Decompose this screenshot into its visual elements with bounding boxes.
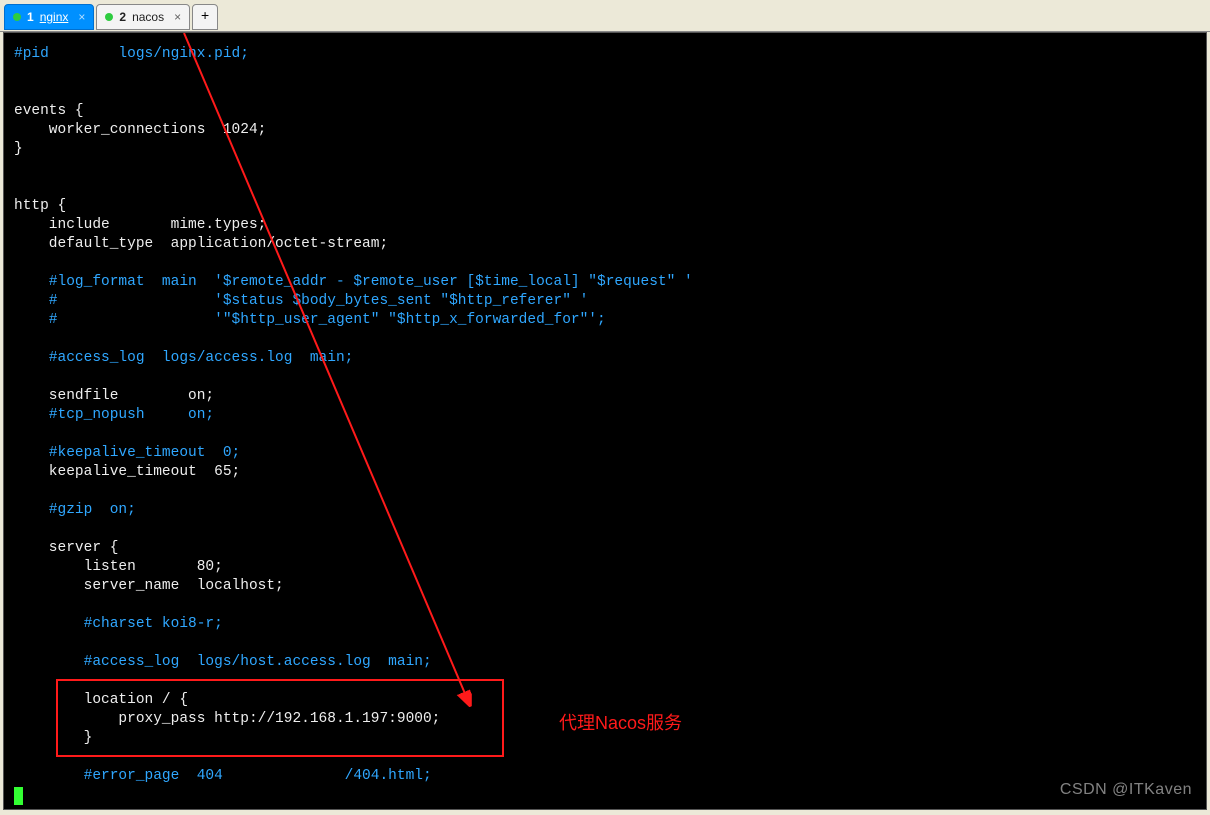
status-dot-icon	[13, 13, 21, 21]
close-icon[interactable]: ×	[174, 10, 181, 24]
tab-label: nacos	[132, 10, 164, 24]
code-line: default_type application/octet-stream;	[14, 235, 693, 254]
tab-number: 2	[119, 10, 126, 24]
code-line: #keepalive_timeout 0;	[14, 444, 693, 463]
code-line: #access_log logs/access.log main;	[14, 349, 693, 368]
code-line: #charset koi8-r;	[14, 615, 693, 634]
code-line: include mime.types;	[14, 216, 693, 235]
code-line	[14, 482, 693, 501]
code-line	[14, 64, 693, 83]
code-line: #gzip on;	[14, 501, 693, 520]
terminal-cursor	[14, 787, 23, 805]
code-line: sendfile on;	[14, 387, 693, 406]
code-line: # '"$http_user_agent" "$http_x_forwarded…	[14, 311, 693, 330]
code-line: # '$status $body_bytes_sent "$http_refer…	[14, 292, 693, 311]
code-line	[14, 672, 693, 691]
code-line	[14, 254, 693, 273]
code-line: #error_page 404 /404.html;	[14, 767, 693, 786]
code-line	[14, 178, 693, 197]
code-line	[14, 83, 693, 102]
tab-bar: 1 nginx × 2 nacos × +	[0, 0, 1210, 32]
code-line: server {	[14, 539, 693, 558]
tab-nginx[interactable]: 1 nginx ×	[4, 4, 94, 30]
code-line	[14, 748, 693, 767]
status-dot-icon	[105, 13, 113, 21]
code-line: #log_format main '$remote_addr - $remote…	[14, 273, 693, 292]
tab-number: 1	[27, 10, 34, 24]
tab-label: nginx	[40, 10, 69, 24]
code-line: events {	[14, 102, 693, 121]
code-line: keepalive_timeout 65;	[14, 463, 693, 482]
code-line: #pid logs/nginx.pid;	[14, 45, 693, 64]
code-line: worker_connections 1024;	[14, 121, 693, 140]
code-line: http {	[14, 197, 693, 216]
code-line	[14, 330, 693, 349]
code-line	[14, 159, 693, 178]
code-line	[14, 425, 693, 444]
code-line	[14, 634, 693, 653]
code-line	[14, 520, 693, 539]
watermark: CSDN @ITKaven	[1060, 781, 1192, 799]
code-content: #pid logs/nginx.pid; events { worker_con…	[14, 45, 693, 786]
add-tab-button[interactable]: +	[192, 4, 218, 30]
code-line: #access_log logs/host.access.log main;	[14, 653, 693, 672]
code-line: server_name localhost;	[14, 577, 693, 596]
code-line	[14, 596, 693, 615]
plus-icon: +	[201, 9, 209, 25]
code-line: location / {	[14, 691, 693, 710]
code-line	[14, 368, 693, 387]
code-line: listen 80;	[14, 558, 693, 577]
tab-nacos[interactable]: 2 nacos ×	[96, 4, 190, 30]
terminal-panel[interactable]: #pid logs/nginx.pid; events { worker_con…	[3, 32, 1207, 810]
annotation-text: 代理Nacos服务	[559, 709, 682, 735]
close-icon[interactable]: ×	[78, 10, 85, 24]
code-line: }	[14, 140, 693, 159]
code-line: #tcp_nopush on;	[14, 406, 693, 425]
